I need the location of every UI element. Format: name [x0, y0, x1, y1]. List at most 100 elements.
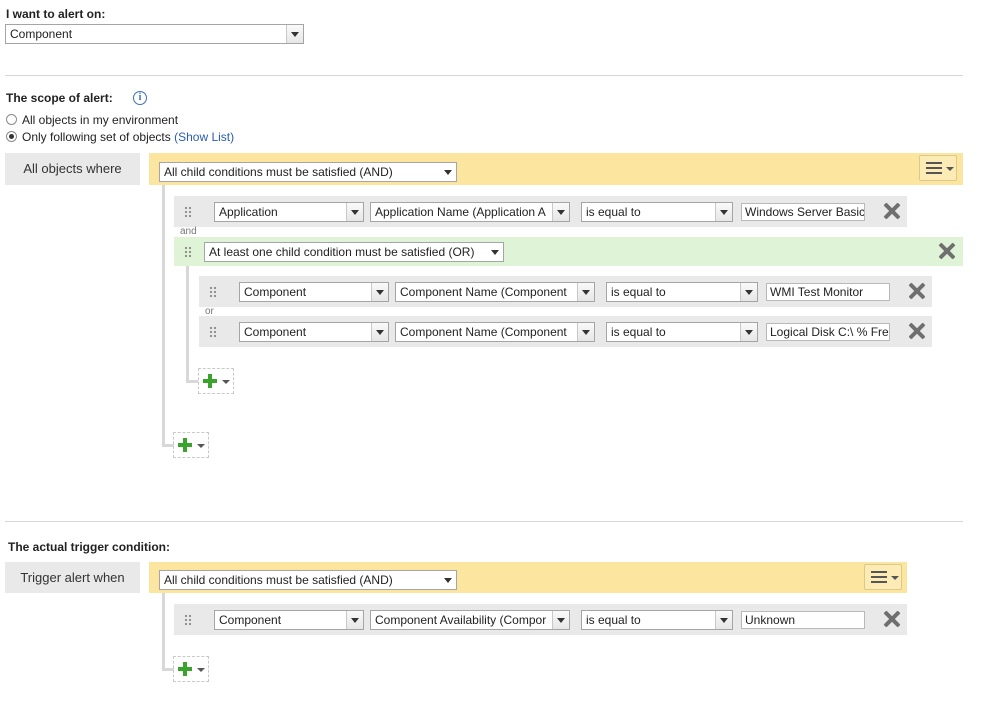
operator-value: is equal to [611, 325, 666, 339]
value-input[interactable]: Logical Disk C:\ % Fre [766, 323, 890, 341]
plus-icon [178, 662, 192, 676]
chevron-down-icon [197, 668, 205, 672]
scope-root-condition-bar: All child conditions must be satisfied (… [149, 153, 963, 185]
add-scope-condition-button[interactable] [173, 432, 209, 458]
property-select[interactable]: Component Availability (Compor [370, 610, 570, 630]
operator-value: is equal to [611, 285, 666, 299]
scope-condition-row: Application Application Name (Applicatio… [174, 196, 907, 227]
property-value: Component Name (Component [400, 325, 567, 339]
tree-line [162, 593, 165, 671]
chevron-down-icon [715, 203, 732, 221]
chevron-down-icon [286, 25, 303, 43]
chevron-down-icon [740, 283, 757, 301]
drag-handle-icon[interactable] [209, 286, 217, 298]
drag-handle-icon[interactable] [209, 326, 217, 338]
tree-line [186, 380, 198, 383]
property-select[interactable]: Application Name (Application A [370, 202, 570, 222]
scope-menu-button[interactable] [919, 155, 957, 181]
operator-value: is equal to [586, 205, 641, 219]
radio-all-objects[interactable] [6, 114, 17, 125]
chevron-down-icon [487, 243, 503, 261]
and-label: and [180, 226, 197, 237]
chevron-down-icon [740, 323, 757, 341]
trigger-condition-row: Component Component Availability (Compor… [174, 604, 907, 635]
scope-title: The scope of alert: [6, 91, 113, 105]
object-value: Application [219, 205, 278, 219]
chevron-down-icon [371, 283, 388, 301]
info-icon[interactable]: i [133, 91, 147, 105]
or-condition-row: Component Component Name (Component is e… [199, 316, 932, 347]
value-input[interactable]: Windows Server Basic [741, 203, 865, 221]
drag-handle-icon[interactable] [184, 246, 192, 258]
property-select[interactable]: Component Name (Component [395, 322, 595, 342]
object-select[interactable]: Application [214, 202, 364, 222]
trigger-root-condition-bar: All child conditions must be satisfied (… [149, 562, 907, 593]
close-icon[interactable] [908, 322, 926, 340]
menu-icon [871, 571, 887, 583]
chevron-down-icon [552, 203, 569, 221]
divider [5, 521, 963, 522]
operator-select[interactable]: is equal to [581, 610, 733, 630]
radio-following-objects-label: Only following set of objects (Show List… [22, 130, 234, 144]
close-icon[interactable] [938, 242, 956, 260]
object-select[interactable]: Component [214, 610, 364, 630]
chevron-down-icon [222, 380, 230, 384]
property-value: Component Availability (Compor [375, 613, 547, 627]
chevron-down-icon [552, 611, 569, 629]
close-icon[interactable] [883, 202, 901, 220]
chevron-down-icon [197, 444, 205, 448]
chevron-down-icon [371, 323, 388, 341]
or-condition-select[interactable]: At least one child condition must be sat… [204, 242, 504, 262]
add-or-condition-button[interactable] [198, 368, 234, 394]
value-input[interactable]: Unknown [741, 611, 865, 629]
tree-line [186, 266, 189, 383]
alert-on-value: Component [10, 27, 73, 41]
drag-handle-icon[interactable] [184, 206, 192, 218]
scope-side-label: All objects where [5, 153, 140, 185]
property-value: Component Name (Component [400, 285, 567, 299]
chevron-down-icon [946, 167, 954, 171]
alert-on-select[interactable]: Component [5, 24, 304, 44]
or-condition-row: Component Component Name (Component is e… [199, 276, 932, 307]
alert-on-label: I want to alert on: [6, 7, 106, 21]
close-icon[interactable] [883, 610, 901, 628]
tree-line [162, 185, 165, 447]
plus-icon [203, 374, 217, 388]
operator-select[interactable]: is equal to [606, 322, 758, 342]
chevron-down-icon [346, 611, 363, 629]
trigger-side-label: Trigger alert when [5, 562, 140, 593]
operator-value: is equal to [586, 613, 641, 627]
show-list-link[interactable]: (Show List) [174, 130, 234, 144]
property-select[interactable]: Component Name (Component [395, 282, 595, 302]
trigger-title: The actual trigger condition: [8, 540, 171, 554]
divider [5, 75, 963, 76]
plus-icon [178, 438, 192, 452]
operator-select[interactable]: is equal to [581, 202, 733, 222]
drag-handle-icon[interactable] [184, 614, 192, 626]
scope-root-condition-value: All child conditions must be satisfied (… [164, 165, 393, 179]
property-value: Application Name (Application A [375, 205, 546, 219]
chevron-down-icon [891, 576, 899, 580]
object-value: Component [219, 613, 282, 627]
object-select[interactable]: Component [239, 322, 389, 342]
radio-following-objects-text: Only following set of objects [22, 130, 171, 144]
add-trigger-condition-button[interactable] [173, 656, 209, 682]
scope-or-condition-bar: At least one child condition must be sat… [174, 237, 963, 266]
operator-select[interactable]: is equal to [606, 282, 758, 302]
chevron-down-icon [577, 283, 594, 301]
object-value: Component [244, 285, 307, 299]
chevron-down-icon [577, 323, 594, 341]
scope-root-condition-select[interactable]: All child conditions must be satisfied (… [159, 162, 457, 182]
object-select[interactable]: Component [239, 282, 389, 302]
object-value: Component [244, 325, 307, 339]
trigger-menu-button[interactable] [864, 564, 902, 590]
radio-following-objects[interactable] [6, 131, 17, 142]
trigger-root-condition-select[interactable]: All child conditions must be satisfied (… [159, 570, 457, 590]
or-condition-value: At least one child condition must be sat… [209, 245, 475, 259]
chevron-down-icon [715, 611, 732, 629]
close-icon[interactable] [908, 282, 926, 300]
chevron-down-icon [440, 163, 456, 181]
trigger-root-condition-value: All child conditions must be satisfied (… [164, 573, 393, 587]
chevron-down-icon [440, 571, 456, 589]
value-input[interactable]: WMI Test Monitor [766, 283, 890, 301]
